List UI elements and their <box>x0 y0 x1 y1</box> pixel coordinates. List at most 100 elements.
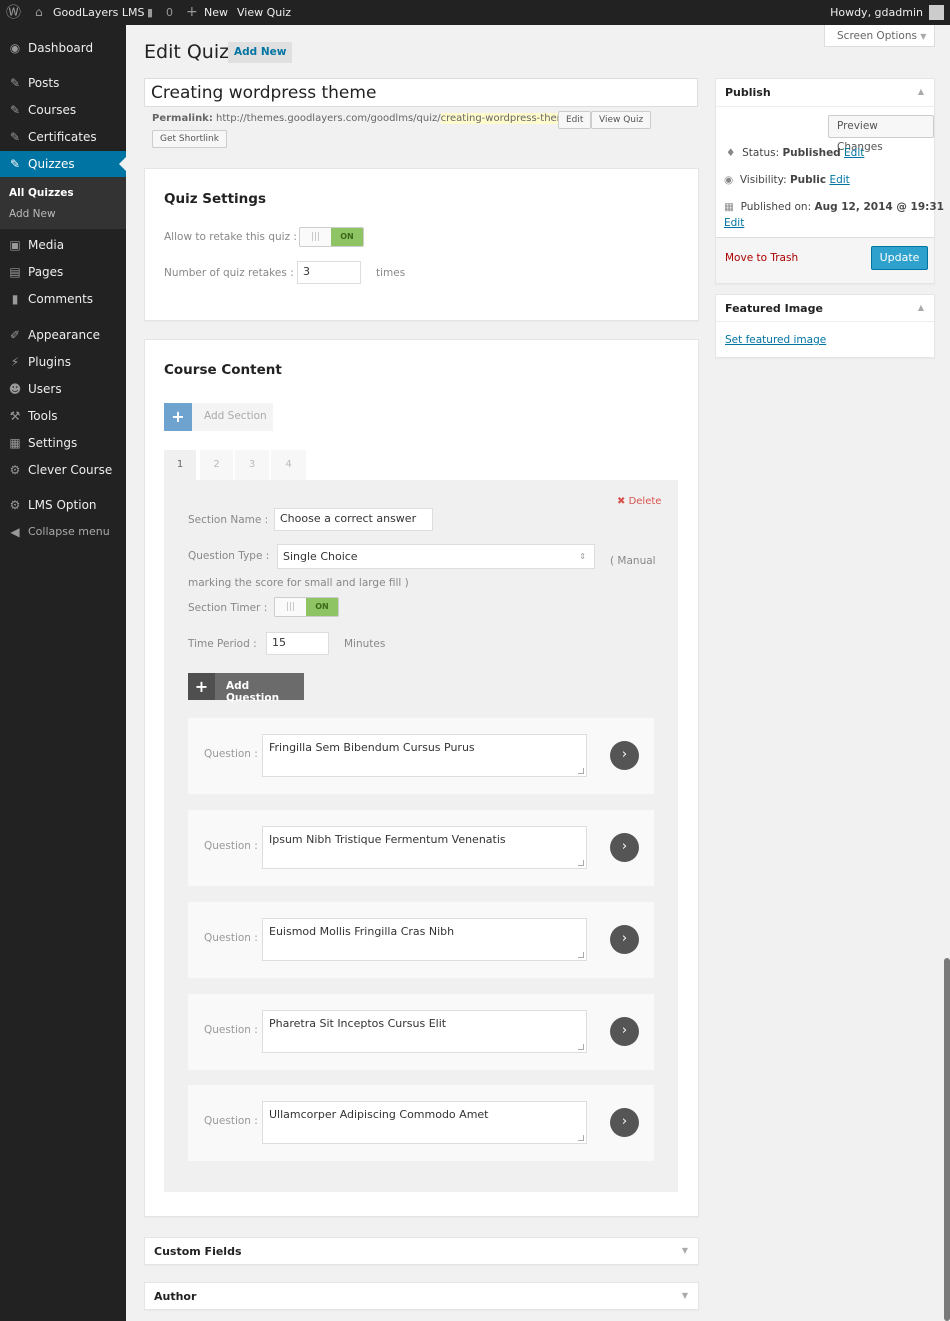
caret-down-icon: ▼ <box>920 32 927 41</box>
question-textarea[interactable]: Ullamcorper Adipiscing Commodo Amet <box>262 1101 587 1144</box>
move-to-trash-link[interactable]: Move to Trash <box>725 252 798 264</box>
post-title-input[interactable]: Creating wordpress theme <box>144 78 698 107</box>
retakes-unit: times <box>376 267 406 279</box>
featured-image-box: Featured Image ▲ Set featured image <box>715 294 935 358</box>
edit-permalink-button[interactable]: Edit <box>558 111 592 129</box>
howdy-link[interactable]: Howdy, gdadmin <box>830 0 923 25</box>
sidebar-item-certificates[interactable]: ✎ Certificates <box>0 124 126 150</box>
screen-options-button[interactable]: Screen Options ▼ <box>824 25 935 47</box>
question-textarea[interactable]: Pharetra Sit Inceptos Cursus Elit <box>262 1010 587 1053</box>
publish-box: Publish ▲ Preview Changes ♦ Status: Publ… <box>715 78 944 284</box>
edit-status-link[interactable]: Edit <box>844 147 864 159</box>
published-row: ▦ Published on: Aug 12, 2014 @ 19:31 <box>724 201 944 213</box>
add-section-button[interactable]: + Add Section <box>164 403 273 431</box>
view-quiz-link[interactable]: View Quiz <box>237 0 291 25</box>
sidebar-item-dashboard[interactable]: ◉ Dashboard <box>0 35 126 61</box>
plus-icon: + <box>186 4 198 20</box>
get-shortlink-button[interactable]: Get Shortlink <box>152 130 227 148</box>
section-tab-1[interactable]: 1 <box>164 450 196 480</box>
question-row: Question : Euismod Mollis Fringilla Cras … <box>188 902 654 978</box>
calendar-icon: ▦ <box>724 201 734 213</box>
pin-icon: ✎ <box>9 157 21 171</box>
retakes-label: Number of quiz retakes : <box>164 267 294 279</box>
pin-icon: ✎ <box>9 103 21 117</box>
permalink-slug[interactable]: creating-wordpress-theme <box>440 113 573 124</box>
question-textarea[interactable]: Fringilla Sem Bibendum Cursus Purus <box>262 734 587 777</box>
sidebar-item-lms-option[interactable]: ⚙ LMS Option <box>0 492 126 518</box>
chevron-right-icon[interactable]: › <box>610 1108 639 1137</box>
section-tab-4[interactable]: 4 <box>271 450 306 480</box>
sidebar-item-pages[interactable]: ▤ Pages <box>0 259 126 285</box>
settings-icon: ▦ <box>9 436 21 450</box>
sidebar-item-tools[interactable]: ⚒ Tools <box>0 403 126 429</box>
sidebar-item-quizzes[interactable]: ✎ Quizzes <box>0 151 126 177</box>
pin-icon: ✎ <box>9 76 21 90</box>
add-new-button[interactable]: Add New <box>228 42 293 63</box>
collapse-icon: ◀ <box>10 525 20 539</box>
chevron-right-icon[interactable]: › <box>610 925 639 954</box>
caret-down-icon[interactable]: ▼ <box>682 1246 688 1255</box>
question-row: Question : Ullamcorper Adipiscing Commodo… <box>188 1085 654 1161</box>
sidebar-item-plugins[interactable]: ⚡ Plugins <box>0 349 126 375</box>
scrollbar-thumb[interactable] <box>944 958 950 1321</box>
quizzes-submenu: All Quizzes Add New <box>0 177 126 229</box>
caret-down-icon[interactable]: ▼ <box>682 1291 688 1300</box>
site-name-link[interactable]: GoodLayers LMS <box>53 0 144 25</box>
question-textarea[interactable]: Ipsum Nibh Tristique Fermentum Venenatis <box>262 826 587 869</box>
chevron-right-icon[interactable]: › <box>610 1017 639 1046</box>
author-box[interactable]: Author ▼ <box>144 1282 699 1310</box>
collapse-menu-button[interactable]: ◀ Collapse menu <box>0 519 126 545</box>
sidebar-item-settings[interactable]: ▦ Settings <box>0 430 126 456</box>
new-link[interactable]: New <box>204 0 228 25</box>
permalink: Permalink: http://themes.goodlayers.com/… <box>152 113 576 124</box>
question-row: Question : Fringilla Sem Bibendum Cursus … <box>188 718 654 794</box>
eye-icon: ◉ <box>724 174 734 186</box>
chevron-right-icon[interactable]: › <box>610 833 639 862</box>
retake-toggle[interactable]: ||| ON <box>299 227 364 247</box>
page-title: Edit Quiz <box>144 41 230 63</box>
plug-icon: ⚡ <box>10 355 20 369</box>
comments-count[interactable]: 0 <box>166 0 173 25</box>
admin-sidebar: ◉ Dashboard ✎ Posts ✎ Courses ✎ Certificates… <box>0 25 126 1321</box>
wordpress-icon[interactable]: Ⓦ <box>6 0 21 25</box>
retakes-input[interactable]: 3 <box>297 261 361 284</box>
edit-visibility-link[interactable]: Edit <box>829 174 849 186</box>
sidebar-item-courses[interactable]: ✎ Courses <box>0 97 126 123</box>
section-tab-3[interactable]: 3 <box>235 450 269 480</box>
submenu-all-quizzes[interactable]: All Quizzes <box>9 187 74 199</box>
featured-image-title: Featured Image <box>725 302 823 315</box>
section-tab-2[interactable]: 2 <box>200 450 233 480</box>
delete-section-button[interactable]: ✖ Delete <box>617 496 661 507</box>
section-timer-label: Section Timer : <box>188 602 268 614</box>
quiz-settings-title: Quiz Settings <box>164 191 266 207</box>
retake-label: Allow to retake this quiz : <box>164 231 297 243</box>
course-content-title: Course Content <box>164 362 282 378</box>
time-period-input[interactable]: 15 <box>266 632 329 655</box>
submenu-add-new[interactable]: Add New <box>9 208 56 220</box>
section-name-input[interactable]: Choose a correct answer <box>274 508 433 531</box>
sidebar-item-comments[interactable]: ▮ Comments <box>0 286 126 312</box>
sidebar-item-users[interactable]: ☻ Users <box>0 376 126 402</box>
view-quiz-button[interactable]: View Quiz <box>591 111 652 129</box>
avatar[interactable] <box>929 5 944 20</box>
update-button[interactable]: Update <box>871 246 928 270</box>
caret-up-icon[interactable]: ▲ <box>918 87 924 96</box>
wrench-icon: ⚒ <box>9 409 21 423</box>
sidebar-item-media[interactable]: ▣ Media <box>0 232 126 258</box>
sidebar-item-clever-course[interactable]: ⚙ Clever Course <box>0 457 126 483</box>
chevron-right-icon[interactable]: › <box>610 741 639 770</box>
sidebar-item-appearance[interactable]: ✐ Appearance <box>0 322 126 348</box>
sidebar-item-posts[interactable]: ✎ Posts <box>0 70 126 96</box>
edit-date-link[interactable]: Edit <box>724 217 744 229</box>
add-question-button[interactable]: + Add Question <box>188 673 304 704</box>
publish-actions: Move to Trash Update <box>716 237 934 283</box>
question-textarea[interactable]: Euismod Mollis Fringilla Cras Nibh <box>262 918 587 961</box>
caret-up-icon[interactable]: ▲ <box>918 303 924 312</box>
section-name-label: Section Name : <box>188 514 269 526</box>
question-row: Question : Ipsum Nibh Tristique Fermentum… <box>188 810 654 886</box>
admin-bar: Ⓦ ⌂ GoodLayers LMS ▮ 0 + New View Quiz H… <box>0 0 950 25</box>
preview-changes-button[interactable]: Preview Changes <box>828 115 934 153</box>
section-timer-toggle[interactable]: ||| ON <box>274 597 339 617</box>
set-featured-image-link[interactable]: Set featured image <box>725 334 826 346</box>
custom-fields-box[interactable]: Custom Fields ▼ <box>144 1237 699 1265</box>
